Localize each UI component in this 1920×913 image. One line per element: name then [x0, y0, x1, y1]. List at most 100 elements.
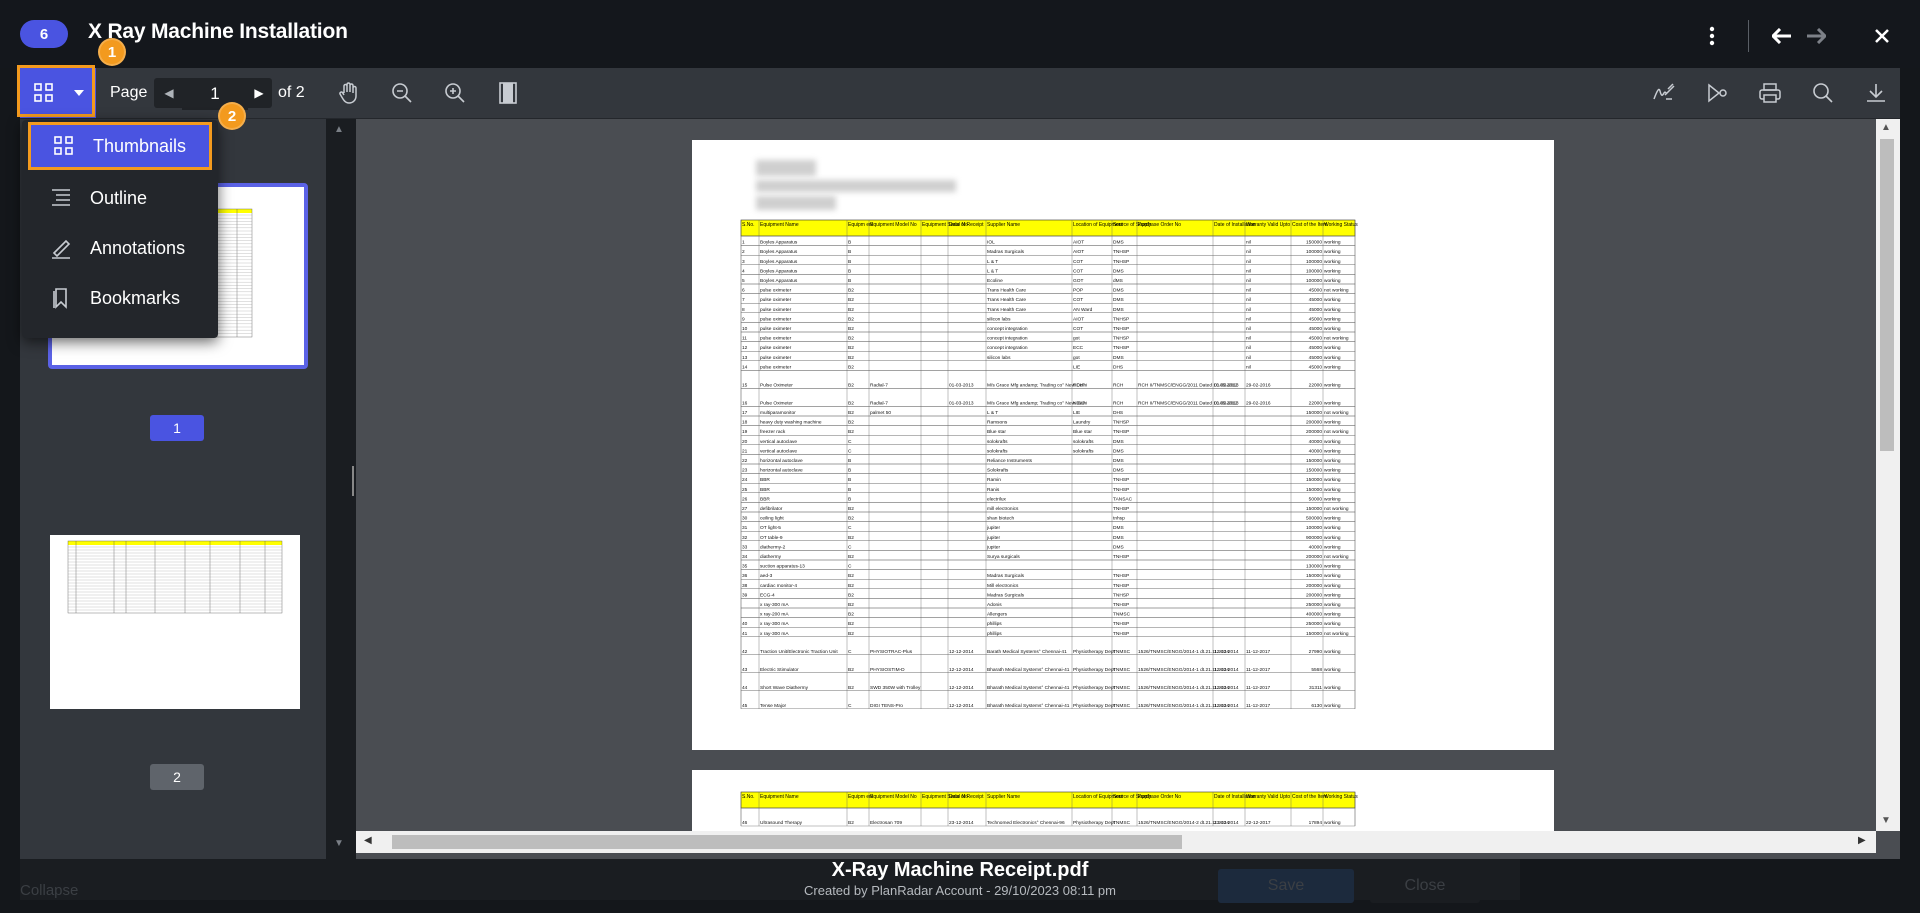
table-cell: Madras Surgicals — [987, 249, 1025, 255]
fit-page-icon[interactable] — [494, 79, 522, 107]
table-cell: 12-12-2014 — [1214, 667, 1239, 673]
table-header-cell: Warranty Valid Upto — [1246, 794, 1290, 800]
menu-item-annotations[interactable]: Annotations — [28, 224, 212, 272]
table-cell: working — [1324, 278, 1341, 284]
view-mode-dropdown-button[interactable] — [17, 65, 96, 118]
table-cell: working — [1324, 820, 1341, 826]
table-cell: 12-12-2014 — [949, 703, 974, 709]
table-cell: nil — [1246, 278, 1251, 284]
thumbnail-page-2-number[interactable]: 2 — [150, 764, 204, 790]
table-cell: aed-3 — [760, 573, 773, 579]
table-cell: 11 — [742, 336, 747, 342]
print-icon[interactable] — [1756, 79, 1784, 107]
vertical-scroll-thumb[interactable] — [1880, 139, 1894, 451]
scroll-up-icon[interactable]: ▲ — [1881, 122, 1891, 133]
table-cell: 12-12-2014 — [949, 685, 974, 691]
table-cell: 200000 — [1306, 420, 1322, 426]
table-cell: 150000 — [1306, 458, 1322, 464]
table-cell: not working — [1324, 410, 1349, 416]
table-cell: pulse oximeter — [760, 307, 792, 313]
table-cell: 100000 — [1306, 259, 1322, 265]
sidebar-scroll-up-icon[interactable]: ▲ — [334, 124, 344, 135]
table-cell: 250000 — [1306, 621, 1322, 627]
horizontal-scrollbar[interactable]: ◀ ▶ — [356, 831, 1876, 853]
more-options-icon[interactable] — [1698, 22, 1726, 50]
vertical-scrollbar[interactable]: ▲ ▼ — [1876, 119, 1900, 831]
table-cell: 45000 — [1309, 345, 1323, 351]
table-cell: C — [848, 649, 852, 655]
annotate-shapes-icon[interactable] — [1703, 79, 1731, 107]
table-cell: working — [1324, 573, 1341, 579]
table-cell: 14 — [742, 364, 748, 370]
table-cell: working — [1324, 355, 1341, 361]
signature-icon[interactable] — [1650, 79, 1678, 107]
table-cell: working — [1324, 649, 1341, 655]
table-cell: DMS — [1113, 468, 1124, 474]
table-cell: DMS — [1113, 525, 1124, 531]
zoom-in-icon[interactable] — [441, 79, 469, 107]
horizontal-scroll-thumb[interactable] — [392, 835, 1182, 849]
table-cell: Bharath Medical Systems° Chennai-41 — [987, 685, 1070, 691]
table-cell: DHS — [1113, 410, 1123, 416]
table-cell: not working — [1324, 554, 1349, 560]
table-header-cell: Purchase Order No — [1138, 222, 1181, 228]
table-cell: not working — [1324, 429, 1349, 435]
table-cell: 25 — [742, 487, 748, 493]
menu-item-bookmarks[interactable]: Bookmarks — [28, 274, 212, 322]
file-meta: Created by PlanRadar Account - 29/10/202… — [804, 883, 1116, 898]
table-cell: 43 — [742, 667, 748, 673]
table-cell: 30 — [742, 516, 748, 522]
table-cell: NICU — [1073, 400, 1085, 406]
table-cell: Ramin — [987, 477, 1001, 483]
table-row — [740, 235, 1356, 246]
table-cell: COT — [1073, 326, 1083, 332]
zoom-out-icon[interactable] — [388, 79, 416, 107]
previous-page-icon[interactable]: ◀ — [156, 78, 182, 108]
table-cell: TNMSC — [1113, 685, 1131, 691]
table-cell: Madras Surgicals — [987, 573, 1025, 579]
sidebar-scroll-down-icon[interactable]: ▼ — [334, 838, 344, 849]
table-cell: defibrilator — [760, 506, 783, 512]
scroll-right-icon[interactable]: ▶ — [1858, 835, 1866, 846]
table-cell: working — [1324, 259, 1341, 265]
close-icon[interactable] — [1868, 22, 1896, 50]
table-cell: palmet 50 — [870, 410, 891, 416]
scroll-down-icon[interactable]: ▼ — [1881, 815, 1891, 826]
thumbnail-page-2[interactable] — [50, 535, 300, 709]
table-cell: 100000 — [1306, 278, 1322, 284]
download-icon[interactable] — [1862, 79, 1890, 107]
table-cell: 150000 — [1306, 631, 1322, 637]
table-cell: nil — [1246, 288, 1251, 294]
table-cell: TNHSP — [1113, 345, 1129, 351]
table-cell: Boyles Apparatus — [760, 259, 798, 265]
viewer-title: X Ray Machine Installation — [88, 20, 348, 43]
table-cell: BBR — [760, 487, 770, 493]
table-cell: 22-12-2017 — [1246, 820, 1271, 826]
table-cell: B2 — [848, 382, 854, 388]
table-cell: Boyles Apparatus — [760, 268, 798, 274]
table-cell: B — [848, 249, 851, 255]
table-cell: 2 — [742, 249, 745, 255]
table-cell: Trans Health Care — [987, 288, 1026, 294]
next-arrow-icon[interactable] — [1802, 22, 1830, 50]
search-icon[interactable] — [1809, 79, 1837, 107]
menu-item-thumbnails[interactable]: Thumbnails — [28, 122, 212, 170]
previous-arrow-icon[interactable] — [1768, 22, 1796, 50]
table-cell: 3 — [742, 259, 745, 265]
table-header-cell: Supplier Name — [987, 794, 1020, 800]
next-page-icon[interactable]: ▶ — [246, 78, 272, 108]
table-cell: Trans Health Care — [987, 297, 1026, 303]
table-cell: Adonis — [987, 602, 1002, 608]
menu-item-outline[interactable]: Outline — [28, 174, 212, 222]
table-cell: B2 — [848, 400, 854, 406]
table-cell: B2 — [848, 316, 854, 322]
table-cell: Pulse Oximeter — [760, 382, 793, 388]
table-cell: B2 — [848, 583, 854, 589]
table-cell: TNMSC — [1113, 820, 1131, 826]
table-cell: 100000 — [1306, 525, 1322, 531]
pan-hand-icon[interactable] — [335, 79, 363, 107]
table-cell: 38 — [742, 583, 748, 589]
table-cell: B2 — [848, 592, 854, 598]
thumbnail-page-1-number[interactable]: 1 — [150, 415, 204, 441]
scroll-left-icon[interactable]: ◀ — [364, 835, 372, 846]
